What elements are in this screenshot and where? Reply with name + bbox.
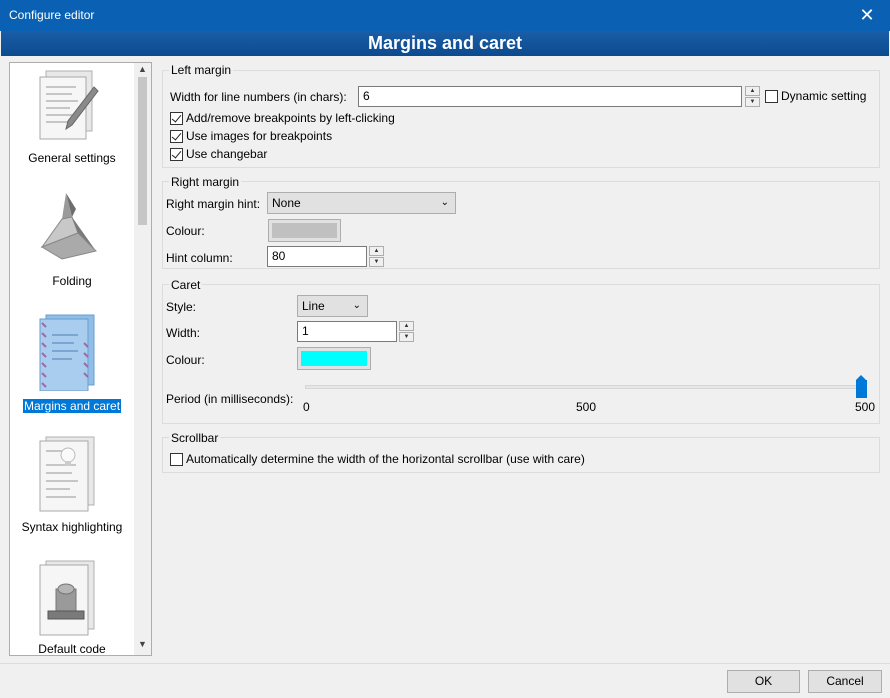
spin-down-icon[interactable]: ▼	[745, 97, 760, 107]
line-numbers-input[interactable]: 6	[358, 86, 742, 107]
caret-width-stepper[interactable]: ▲ ▼	[399, 321, 414, 342]
general-settings-icon	[39, 70, 99, 140]
caret-width-input[interactable]: 1	[297, 321, 397, 342]
sidebar-item-margins-and-caret[interactable]: Margins and caret	[10, 309, 134, 419]
hint-column-input[interactable]: 80	[267, 246, 367, 267]
checkbox-box[interactable]	[170, 452, 183, 466]
sidebar-item-folding[interactable]: Folding	[10, 185, 134, 303]
syntax-highlighting-icon	[39, 436, 95, 512]
period-slider-track[interactable]	[305, 385, 867, 389]
spin-up-icon[interactable]: ▲	[369, 246, 384, 256]
breakpoints-checkbox[interactable]: Add/remove breakpoints by left-clicking	[170, 111, 395, 125]
caret-style-label: Style:	[166, 300, 197, 314]
spin-up-icon[interactable]: ▲	[745, 86, 760, 96]
sidebar-item-label: Margins and caret	[23, 399, 122, 413]
images-breakpoints-checkbox[interactable]: Use images for breakpoints	[170, 129, 332, 143]
left-margin-title: Left margin	[169, 63, 234, 77]
chevron-down-icon: ⌄	[440, 197, 449, 208]
margin-colour-button[interactable]	[268, 219, 341, 242]
scrollbar-thumb[interactable]	[138, 77, 147, 225]
hint-column-label: Hint column:	[166, 251, 233, 265]
period-slider-thumb[interactable]	[856, 375, 867, 398]
sidebar-item-label: General settings	[28, 151, 116, 165]
period-max-label: 500	[855, 400, 876, 414]
caret-style-value: Line	[302, 299, 325, 313]
margin-hint-label: Right margin hint:	[166, 197, 261, 211]
sidebar-item-label: Syntax highlighting	[21, 520, 123, 534]
period-label: Period (in milliseconds):	[166, 392, 294, 406]
margins-caret-icon	[39, 314, 95, 391]
default-code-icon	[39, 560, 95, 636]
spin-down-icon[interactable]: ▼	[399, 332, 414, 342]
spin-up-icon[interactable]: ▲	[399, 321, 414, 331]
dynamic-setting-checkbox[interactable]: Dynamic setting	[765, 89, 866, 103]
title-bar: Configure editor ✕	[0, 0, 890, 31]
scroll-down-icon[interactable]: ▼	[134, 639, 151, 649]
scrollbar-title: Scrollbar	[169, 431, 221, 445]
line-numbers-stepper[interactable]: ▲ ▼	[745, 86, 760, 107]
scroll-up-icon[interactable]: ▲	[134, 64, 151, 74]
checkbox-box[interactable]	[170, 129, 183, 143]
caret-colour-label: Colour:	[166, 353, 205, 367]
sidebar-item-label: Folding	[52, 274, 92, 288]
period-min-label: 0	[303, 400, 310, 414]
page-title: Margins and caret	[1, 31, 889, 56]
changebar-checkbox[interactable]: Use changebar	[170, 147, 267, 161]
chevron-down-icon: ⌄	[352, 300, 361, 311]
sidebar-item-default-code[interactable]: Default code	[10, 557, 134, 656]
caret-colour-button[interactable]	[297, 347, 371, 370]
sidebar-item-syntax-highlighting[interactable]: Syntax highlighting	[10, 433, 134, 551]
margin-hint-select[interactable]: None ⌄	[267, 192, 456, 214]
hint-column-stepper[interactable]: ▲ ▼	[369, 246, 384, 267]
category-list[interactable]: General settings Folding Margins and car…	[9, 62, 152, 656]
checkbox-box[interactable]	[765, 89, 778, 103]
cancel-button[interactable]: Cancel	[808, 670, 882, 693]
right-margin-title: Right margin	[169, 175, 242, 189]
margin-colour-label: Colour:	[166, 224, 205, 238]
spin-down-icon[interactable]: ▼	[369, 257, 384, 267]
caret-width-label: Width:	[166, 326, 201, 340]
checkbox-box[interactable]	[170, 147, 183, 161]
changebar-label: Use changebar	[186, 147, 268, 161]
sidebar-scrollbar[interactable]: ▲ ▼	[134, 63, 151, 655]
sidebar-item-general-settings[interactable]: General settings	[10, 63, 134, 183]
images-breakpoints-label: Use images for breakpoints	[186, 129, 333, 143]
sidebar-item-label: Default code	[38, 642, 106, 656]
auto-scrollbar-label: Automatically determine the width of the…	[186, 452, 585, 466]
caret-colour-swatch	[301, 351, 367, 366]
auto-scrollbar-checkbox[interactable]: Automatically determine the width of the…	[170, 452, 585, 466]
margin-hint-value: None	[272, 196, 301, 210]
caret-title: Caret	[169, 278, 203, 292]
period-mid-label: 500	[576, 400, 597, 414]
checkbox-box[interactable]	[170, 111, 183, 125]
dynamic-setting-label: Dynamic setting	[781, 89, 867, 103]
folding-icon	[40, 193, 97, 260]
margin-colour-swatch	[272, 223, 337, 238]
ok-button[interactable]: OK	[727, 670, 800, 693]
breakpoints-label: Add/remove breakpoints by left-clicking	[186, 111, 395, 125]
caret-style-select[interactable]: Line ⌄	[297, 295, 368, 317]
footer-divider	[0, 663, 890, 664]
window-title: Configure editor	[9, 8, 95, 22]
close-icon[interactable]: ✕	[844, 0, 890, 31]
line-numbers-label: Width for line numbers (in chars):	[170, 90, 347, 104]
